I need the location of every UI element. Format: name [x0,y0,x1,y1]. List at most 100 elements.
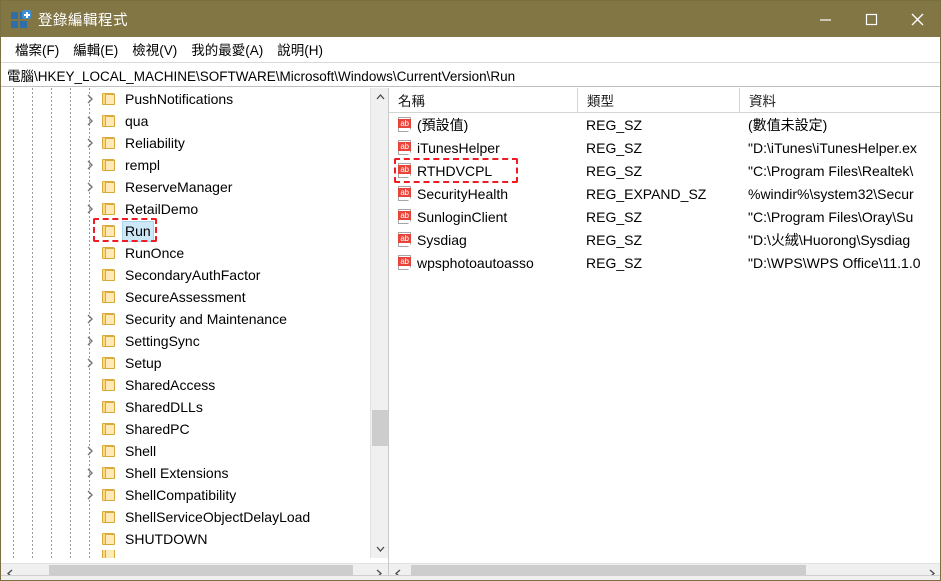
tree-item-reservemanager[interactable]: ReserveManager [1,176,369,198]
folder-icon [101,136,117,150]
table-row[interactable]: ab Sysdiag REG_SZ "D:\火絨\Huorong\Sysdiag [389,228,940,251]
tree-item-shellserviceobjectdelayload[interactable]: ShellServiceObjectDelayLoad [1,506,369,528]
address-bar[interactable]: 電腦\HKEY_LOCAL_MACHINE\SOFTWARE\Microsoft… [1,62,940,87]
cell-data: "D:\火絨\Huorong\Sysdiag [748,231,911,248]
tree-item-label: Security and Maintenance [125,310,287,327]
folder-icon [101,488,117,502]
folder-icon [101,334,117,348]
cell-data: "D:\WPS\WPS Office\11.1.0 [748,254,921,271]
cell-type: REG_SZ [586,116,643,133]
tree-scroll-area[interactable]: PushNotifications qua Reliability rempl Rese… [1,88,369,558]
tree-item-label: ShellCompatibility [125,486,237,503]
tree-item-label: SHUTDOWN [125,530,208,547]
folder-icon [101,356,117,370]
column-header-type[interactable]: 類型 [577,88,739,113]
scroll-down-arrow-icon[interactable] [371,540,388,558]
tree-scroll-thumb[interactable] [372,410,388,446]
cell-data: "C:\Program Files\Realtek\ [748,162,914,179]
tree-item-partial[interactable] [1,550,369,558]
folder-icon [101,268,117,282]
tree-item-qua[interactable]: qua [1,110,369,132]
string-value-icon: ab [398,255,413,270]
tree-item-setup[interactable]: Setup [1,352,369,374]
tree-item-label: RunOnce [125,244,185,261]
tree-item-shareddlls[interactable]: SharedDLLs [1,396,369,418]
close-button[interactable] [894,1,940,37]
tree-item-label: SharedAccess [125,376,216,393]
menu-edit[interactable]: 編輯(E) [66,37,125,62]
folder-icon [101,422,117,436]
tree-vertical-scrollbar[interactable] [370,88,388,558]
tree-item-runonce[interactable]: RunOnce [1,242,369,264]
tree-item-sharedpc[interactable]: SharedPC [1,418,369,440]
tree-item-shellcompatibility[interactable]: ShellCompatibility [1,484,369,506]
scroll-up-arrow-icon[interactable] [371,88,388,106]
minimize-button[interactable] [802,1,848,37]
registry-editor-icon [11,10,31,28]
tree-item-sharedaccess[interactable]: SharedAccess [1,374,369,396]
chevron-right-icon[interactable] [82,462,98,484]
cell-name: ab RTHDVCPL [389,161,577,181]
value-name-label: Sysdiag [417,231,467,248]
menu-view[interactable]: 檢視(V) [125,37,184,62]
chevron-right-icon[interactable] [82,110,98,132]
chevron-right-icon[interactable] [82,330,98,352]
cell-name: ab SunloginClient [389,207,577,227]
cell-name: ab Sysdiag [389,230,577,250]
tree-item-label: rempl [125,156,161,173]
chevron-right-icon[interactable] [82,440,98,462]
cell-data: (數值未設定) [748,116,828,133]
tree-item-security-and-maintenance[interactable]: Security and Maintenance [1,308,369,330]
cell-type: REG_EXPAND_SZ [586,185,707,202]
table-row[interactable]: ab SecurityHealth REG_EXPAND_SZ %windir%\sy… [389,182,940,205]
table-row[interactable]: ab wpsphotoautoasso REG_SZ "D:\WPS\WPS Offi… [389,251,940,274]
tree-item-label: SecondaryAuthFactor [125,266,261,283]
folder-icon [101,180,117,194]
tree-item-shell[interactable]: Shell [1,440,369,462]
tree-item-run[interactable]: Run [1,220,369,242]
string-value-icon: ab [398,209,413,224]
tree-item-secureassessment[interactable]: SecureAssessment [1,286,369,308]
chevron-right-icon[interactable] [82,176,98,198]
tree-item-shutdown[interactable]: SHUTDOWN [1,528,369,550]
value-name-label: RTHDVCPL [417,162,493,179]
tree-item-shell-extensions[interactable]: Shell Extensions [1,462,369,484]
table-row[interactable]: ab SunloginClient REG_SZ "C:\Program Files\… [389,205,940,228]
chevron-right-icon[interactable] [82,484,98,506]
tree-item-pushnotifications[interactable]: PushNotifications [1,88,369,110]
tree-item-reliability[interactable]: Reliability [1,132,369,154]
cell-type: REG_SZ [586,254,643,271]
menu-help[interactable]: 說明(H) [270,37,330,62]
chevron-right-icon[interactable] [82,198,98,220]
table-row[interactable]: ab (預設值) REG_SZ (數值未設定) [389,113,940,136]
column-header-data[interactable]: 資料 [739,88,940,113]
menu-file[interactable]: 檔案(F) [8,37,66,62]
registry-editor-window: 登錄編輯程式 檔案(F) 編輯(E) 檢視(V) 我的最愛(A) 說明(H) 電… [0,0,941,581]
tree-item-label: Shell [125,442,157,459]
tree-item-retaildemo[interactable]: RetailDemo [1,198,369,220]
chevron-right-icon[interactable] [82,132,98,154]
address-path: 電腦\HKEY_LOCAL_MACHINE\SOFTWARE\Microsoft… [7,68,516,84]
maximize-button[interactable] [848,1,894,37]
tree-item-label: PushNotifications [125,90,234,107]
chevron-right-icon[interactable] [82,308,98,330]
chevron-right-icon[interactable] [82,154,98,176]
tree-item-secondaryauthfactor[interactable]: SecondaryAuthFactor [1,264,369,286]
tree-item-settingsync[interactable]: SettingSync [1,330,369,352]
content-panes: PushNotifications qua Reliability rempl Rese… [1,88,940,580]
menu-favorites[interactable]: 我的最愛(A) [184,37,270,62]
table-row[interactable]: ab RTHDVCPL REG_SZ "C:\Program Files\Realte… [389,159,940,182]
chevron-right-icon[interactable] [82,352,98,374]
chevron-right-icon[interactable] [82,88,98,110]
folder-icon [101,510,117,524]
column-header-name[interactable]: 名稱 [389,88,577,113]
cell-type: REG_SZ [586,231,643,248]
tree-item-label: Reliability [125,134,185,151]
registry-values-list: ab (預設值) REG_SZ (數值未設定) ab iTunesHelper REG_SZ… [389,113,940,558]
folder-icon [101,114,117,128]
window-title: 登錄編輯程式 [38,12,128,29]
cell-name: ab iTunesHelper [389,138,577,158]
folder-icon [101,466,117,480]
tree-item-rempl[interactable]: rempl [1,154,369,176]
table-row[interactable]: ab iTunesHelper REG_SZ "D:\iTunes\iTunesHel… [389,136,940,159]
